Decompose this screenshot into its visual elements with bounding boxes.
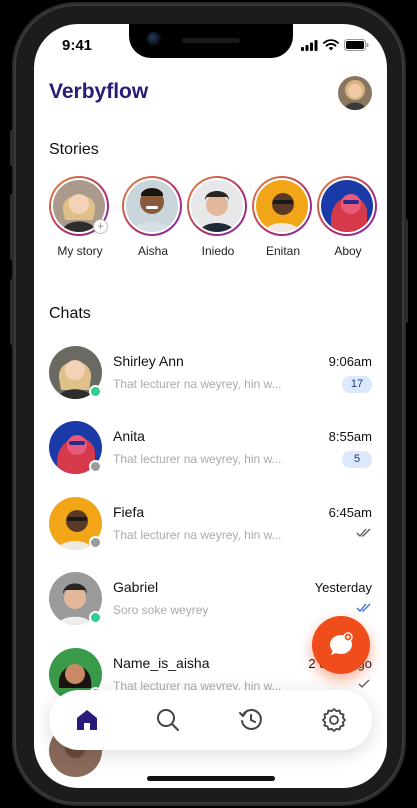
home-indicator [147, 776, 275, 781]
offline-status-dot [89, 536, 102, 549]
story-iniedo[interactable]: Iniedo [187, 176, 249, 258]
status-time: 9:41 [62, 37, 93, 54]
story-aisha[interactable]: Aisha [122, 176, 184, 258]
chat-preview: That lecturer na weyrey, hin w... [113, 452, 282, 466]
read-ticks-icon [356, 528, 371, 537]
offline-status-dot [89, 460, 102, 473]
avatar [126, 180, 178, 232]
battery-icon [344, 39, 369, 51]
volume-down-button [10, 279, 14, 345]
home-icon [77, 710, 97, 730]
bottom-nav [49, 690, 372, 750]
avatar [256, 180, 308, 232]
unread-badge: 17 [342, 376, 372, 393]
stories-title: Stories [49, 141, 99, 158]
nav-settings[interactable] [320, 706, 348, 734]
nav-history[interactable] [237, 706, 265, 734]
app-screen: 9:41 Verbyflow Stories + My story Aisha … [34, 24, 387, 788]
story-name: Iniedo [201, 244, 235, 258]
power-button [404, 219, 408, 323]
chat-bubble-icon [330, 632, 353, 655]
story-name: Aisha [137, 244, 169, 258]
online-status-dot [89, 385, 102, 398]
chat-row[interactable]: Anita That lecturer na weyrey, hin w... … [49, 421, 372, 477]
story-aboy[interactable]: Aboy [317, 176, 379, 258]
stories-row[interactable]: + My story Aisha Iniedo Enitan Aboy [49, 176, 387, 276]
add-story-icon[interactable]: + [93, 219, 108, 234]
status-icons [301, 39, 369, 51]
chat-name: Anita [113, 428, 145, 444]
chat-name: Name_is_aisha [113, 655, 210, 671]
chats-title: Chats [49, 305, 91, 322]
profile-avatar[interactable] [338, 76, 372, 110]
story-my-story[interactable]: + My story [49, 176, 111, 258]
chat-row[interactable]: Shirley Ann That lecturer na weyrey, hin… [49, 346, 372, 402]
chat-row[interactable]: Gabriel Soro soke weyrey Yesterday [49, 572, 372, 628]
chat-name: Shirley Ann [113, 353, 184, 369]
settings-icon [322, 708, 346, 732]
wifi-icon [323, 39, 339, 51]
sent-tick-icon [358, 679, 370, 688]
front-camera-icon [147, 32, 161, 46]
unread-badge: 5 [342, 451, 372, 468]
story-name: Enitan [265, 244, 301, 258]
volume-up-button [10, 194, 14, 260]
story-enitan[interactable]: Enitan [252, 176, 314, 258]
chat-time: Yesterday [314, 580, 372, 595]
cellular-signal-icon [301, 39, 318, 51]
chat-preview: That lecturer na weyrey, hin w... [113, 377, 282, 391]
mute-switch [10, 130, 14, 166]
story-name: My story [57, 244, 103, 258]
avatar [321, 180, 373, 232]
search-icon [157, 709, 179, 731]
new-chat-button[interactable] [312, 616, 370, 674]
avatar [191, 180, 243, 232]
story-name: Aboy [334, 244, 362, 258]
chat-preview: Soro soke weyrey [113, 603, 209, 617]
nav-home[interactable] [73, 706, 101, 734]
chat-time: 9:06am [328, 354, 372, 369]
chat-name: Fiefa [113, 504, 145, 520]
chat-row[interactable]: Fiefa That lecturer na weyrey, hin w... … [49, 497, 372, 553]
chat-preview: That lecturer na weyrey, hin w... [113, 528, 282, 542]
read-ticks-blue-icon [356, 603, 371, 612]
history-icon [239, 708, 262, 730]
chat-name: Gabriel [113, 579, 159, 595]
app-title: Verbyflow [49, 80, 149, 103]
chat-time: 6:45am [328, 505, 372, 520]
speaker-grille [182, 38, 240, 43]
online-status-dot [89, 611, 102, 624]
nav-search[interactable] [154, 706, 182, 734]
chat-time: 8:55am [328, 429, 372, 444]
